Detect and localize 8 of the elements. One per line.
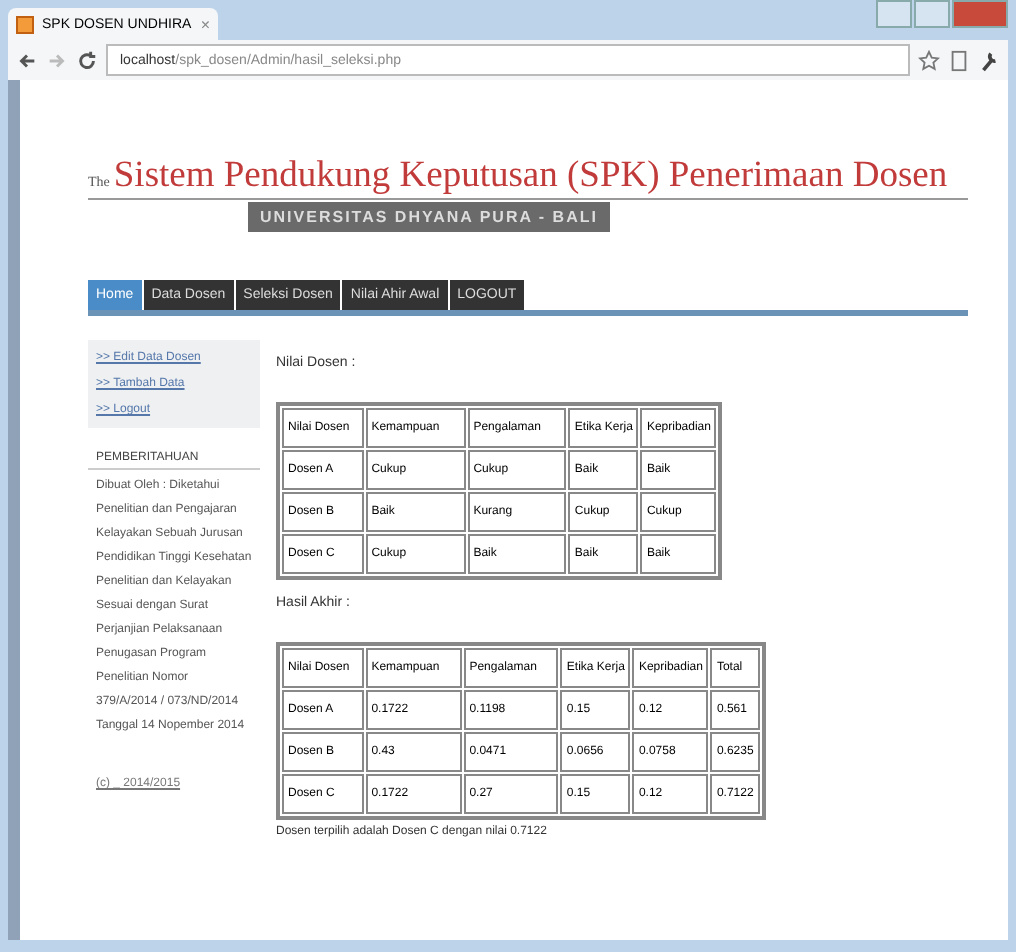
star-icon[interactable] (918, 49, 940, 71)
page-menu-icon[interactable] (948, 49, 970, 71)
back-icon[interactable] (16, 49, 38, 71)
reload-icon[interactable] (76, 49, 98, 71)
site-title: Sistem Pendukung Keputusan (SPK) Penerimaan Dosen (113, 156, 948, 198)
page-icon (16, 15, 34, 33)
wrench-icon[interactable] (978, 49, 1000, 71)
university-banner: UNIVERSITAS DHYANA PURA - BALI (248, 202, 610, 232)
